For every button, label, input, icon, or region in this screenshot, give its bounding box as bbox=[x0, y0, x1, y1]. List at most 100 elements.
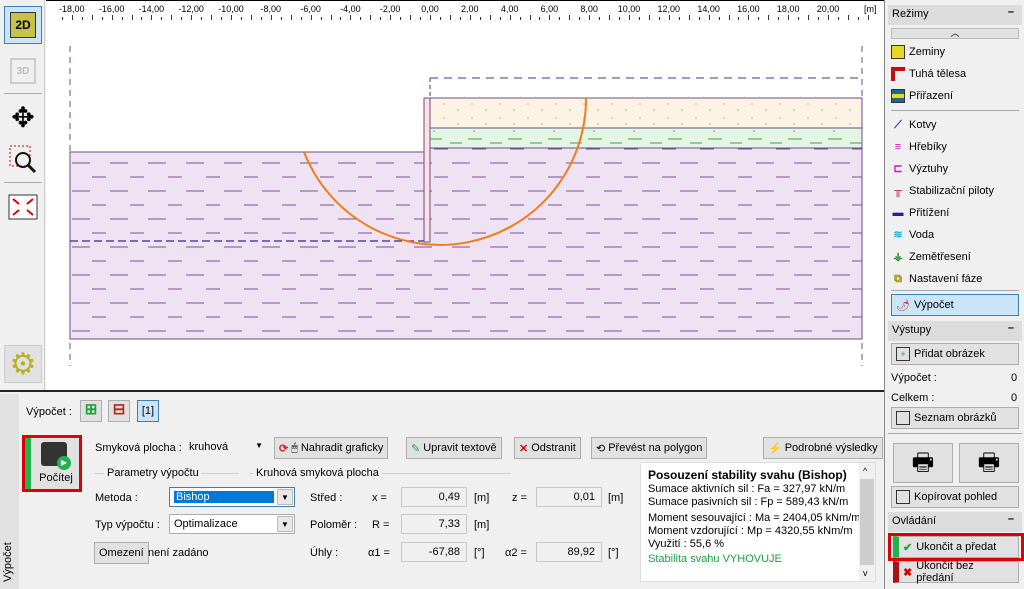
mode-label: Voda bbox=[909, 229, 935, 241]
alpha1-field[interactable]: -67,88 bbox=[401, 542, 467, 562]
view-3d-button[interactable]: 3D bbox=[4, 52, 42, 90]
chevron-down-icon: ▼ bbox=[277, 516, 293, 532]
method-select[interactable]: Bishop ▼ bbox=[169, 487, 295, 507]
mode-item[interactable]: ⧉ Nastavení fáze bbox=[891, 269, 982, 289]
chevron-down-icon: ▼ bbox=[255, 441, 263, 450]
copy-icon bbox=[896, 490, 910, 504]
list-icon bbox=[896, 411, 910, 425]
mode-calculation[interactable]: 🌶 Výpočet bbox=[891, 294, 1019, 316]
mode-label: Zeminy bbox=[909, 46, 946, 58]
method-label: Metoda : bbox=[95, 492, 138, 504]
move-arrows-icon: ✥ bbox=[11, 101, 35, 133]
zoom-window-button[interactable] bbox=[4, 140, 42, 178]
limits-button[interactable]: Omezení bbox=[94, 542, 149, 564]
add-stage-button[interactable]: ⊞ bbox=[80, 400, 102, 422]
calc-type-value: Optimalizace bbox=[174, 518, 238, 530]
picture-list-button[interactable]: Seznam obrázků bbox=[891, 407, 1019, 429]
mode-label: Výztuhy bbox=[909, 163, 949, 175]
radius-label: Poloměr : bbox=[310, 519, 358, 531]
check-icon: ✔ bbox=[903, 541, 913, 554]
printer-icon: 🖶 bbox=[911, 449, 935, 476]
scroll-up-button[interactable]: ︿ bbox=[891, 28, 1019, 39]
minus-icon: ⊟ bbox=[112, 401, 126, 418]
mode-item[interactable]: ≋ Voda bbox=[891, 225, 934, 245]
center-z-field[interactable]: 0,01 bbox=[536, 487, 602, 507]
r-label: R = bbox=[372, 519, 390, 531]
mode-label: Přiřazení bbox=[909, 90, 954, 102]
calc-type-label: Typ výpočtu : bbox=[95, 519, 160, 531]
printer-preview-icon: 🖶 bbox=[977, 449, 1001, 476]
zoom-extents-icon bbox=[8, 194, 38, 220]
surcharge-icon: ▬ bbox=[892, 207, 904, 219]
print-preview-button[interactable]: 🖶 bbox=[959, 443, 1019, 483]
radius-field[interactable]: 7,33 bbox=[401, 514, 467, 534]
a1-unit: [°] bbox=[474, 547, 485, 559]
add-picture-label: Přidat obrázek bbox=[914, 348, 985, 360]
mode-label: Zemětřesení bbox=[909, 251, 971, 263]
x-label: x = bbox=[372, 492, 387, 504]
view-toolbar: 2D 3D ✥ ⚙ bbox=[0, 0, 45, 390]
add-picture-button[interactable]: + Přidat obrázek bbox=[891, 343, 1019, 365]
limits-value: není zadáno bbox=[148, 547, 209, 559]
mode-assignment[interactable]: Přiřazení bbox=[891, 86, 953, 106]
zoom-extents-button[interactable] bbox=[4, 188, 42, 226]
mode-zeminy[interactable]: Zeminy bbox=[891, 42, 945, 62]
side-tab[interactable]: Výpočet bbox=[0, 394, 19, 589]
finish-no-label: Ukončit bez předání bbox=[916, 560, 974, 584]
finish-submit-button[interactable]: ✔ Ukončit a předat bbox=[893, 536, 1019, 558]
assignment-icon bbox=[891, 89, 905, 103]
remove-label: Odstranit bbox=[531, 442, 576, 454]
print-button[interactable]: 🖶 bbox=[893, 443, 953, 483]
replace-graphically-button[interactable]: ⟳ 🖱 Nahradit graficky bbox=[274, 437, 389, 459]
stage-1-tab[interactable]: [1] bbox=[137, 400, 159, 422]
mode-label: Stabilizační piloty bbox=[909, 185, 994, 197]
mode-item[interactable]: ╥ Stabilizační piloty bbox=[891, 181, 994, 201]
slip-surface-select[interactable]: kruhová ▼ bbox=[185, 437, 269, 459]
finish-no-submit-button[interactable]: ✖ Ukončit bez předání bbox=[893, 560, 1019, 584]
results-lines: Sumace aktivních sil : Fa = 327,97 kN/m … bbox=[648, 483, 860, 566]
convert-icon: ⟲ bbox=[596, 442, 606, 455]
polygon-label: Převést na polygon bbox=[608, 442, 703, 454]
drawing-canvas[interactable]: -18,00 -16,00 -14,00 -12,00 -10,00 -8,00 -6,00… bbox=[46, 0, 884, 390]
outputs-header[interactable]: Výstupy – bbox=[888, 321, 1022, 341]
mode-rigid-bodies[interactable]: Tuhá tělesa bbox=[891, 64, 966, 84]
chili-icon: 🌶 bbox=[896, 299, 910, 312]
result-line: Moment sesouvající : Ma = 2404,05 kNm/m bbox=[648, 512, 861, 524]
center-x-field[interactable]: 0,49 bbox=[401, 487, 467, 507]
move-button[interactable]: ✥ bbox=[4, 98, 42, 136]
slip-surface-label: Smyková plocha : bbox=[95, 442, 182, 454]
verdict: Stabilita svahu VYHOVUJE bbox=[648, 553, 782, 565]
mode-item[interactable]: ⚶ Zemětřesení bbox=[891, 247, 971, 267]
center-label: Střed : bbox=[310, 492, 343, 504]
alpha2-field[interactable]: 89,92 bbox=[536, 542, 602, 562]
mode-item[interactable]: ≡ Hřebíky bbox=[891, 137, 947, 157]
mode-item[interactable]: ▬ Přitížení bbox=[891, 203, 950, 223]
sand-layer bbox=[429, 97, 863, 129]
compute-button[interactable]: ▶ Počítej bbox=[22, 435, 82, 492]
view-2d-button[interactable]: 2D bbox=[4, 6, 42, 44]
remove-stage-button[interactable]: ⊟ bbox=[108, 400, 130, 422]
side-tab-label: Výpočet bbox=[2, 542, 14, 582]
mode-item[interactable]: ⊏ Výztuhy bbox=[891, 159, 948, 179]
settings-button[interactable]: ⚙ bbox=[4, 345, 42, 383]
compute-chip-icon: ▶ bbox=[41, 442, 71, 470]
results-scrollbar[interactable]: ^ v bbox=[859, 463, 875, 581]
calc-type-select[interactable]: Optimalizace ▼ bbox=[169, 514, 295, 534]
total-count: 0 bbox=[1011, 392, 1018, 404]
copy-view-button[interactable]: Kopírovat pohled bbox=[891, 486, 1019, 508]
close-icon: ✖ bbox=[903, 566, 913, 579]
detailed-results-button[interactable]: ⚡ Podrobné výsledky bbox=[763, 437, 883, 459]
control-header[interactable]: Ovládání – bbox=[888, 512, 1022, 532]
modes-header[interactable]: Režimy – bbox=[888, 5, 1022, 25]
results-box: Posouzení stability svahu (Bishop) Sumac… bbox=[640, 462, 876, 582]
edit-text-button[interactable]: ✎ Upravit textově bbox=[406, 437, 502, 459]
calc-label: Výpočet : bbox=[26, 406, 72, 418]
zoom-window-icon bbox=[9, 145, 37, 174]
cross-section-drawing bbox=[69, 46, 863, 366]
mode-label: Nastavení fáze bbox=[909, 273, 983, 285]
chevron-down-icon: ▼ bbox=[277, 489, 293, 505]
mode-item[interactable]: ⟋ Kotvy bbox=[891, 115, 936, 135]
close-icon: ✕ bbox=[519, 442, 529, 455]
remove-button[interactable]: ✕ Odstranit bbox=[514, 437, 581, 459]
convert-polygon-button[interactable]: ⟲ Převést na polygon bbox=[591, 437, 708, 459]
